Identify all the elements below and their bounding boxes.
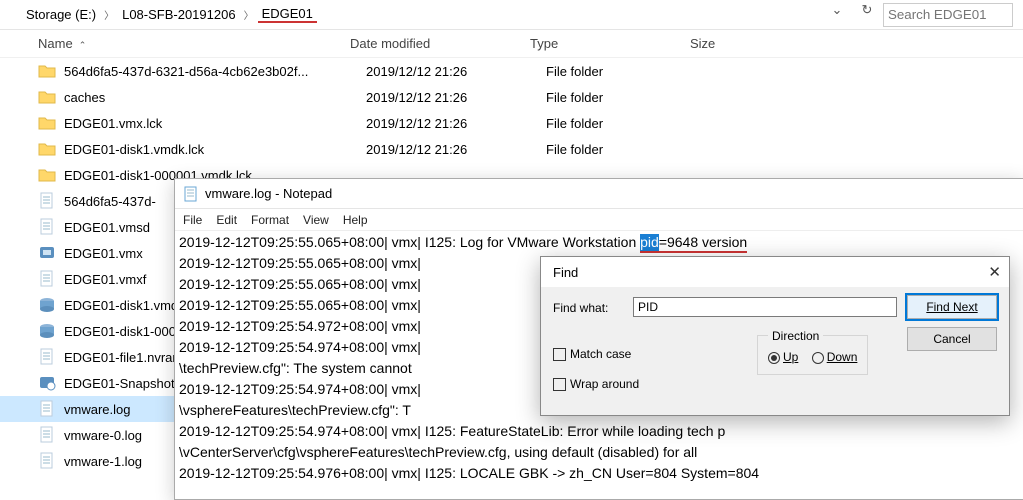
breadcrumb[interactable]: Storage (E:) 〉 L08-SFB-20191206 〉 EDGE01 xyxy=(0,6,819,23)
crumb-project[interactable]: L08-SFB-20191206 xyxy=(118,7,239,22)
checkbox-icon xyxy=(553,348,566,361)
sort-asc-icon: ⌃ xyxy=(79,40,87,50)
crumb-storage[interactable]: Storage (E:) xyxy=(22,7,100,22)
notepad-menu: File Edit Format View Help xyxy=(175,209,1023,231)
find-what-label: Find what: xyxy=(553,301,608,315)
chevron-right-icon: 〉 xyxy=(240,7,258,22)
file-name: caches xyxy=(64,90,366,105)
close-icon[interactable]: ✕ xyxy=(988,263,1001,281)
file-date: 2019/12/12 21:26 xyxy=(366,90,546,105)
col-date[interactable]: Date modified xyxy=(350,36,530,51)
direction-group: Direction Up Down xyxy=(757,335,868,375)
txt-icon xyxy=(38,452,56,470)
col-size[interactable]: Size xyxy=(690,36,810,51)
selection-pid: pid xyxy=(640,234,659,253)
folder-icon xyxy=(38,166,56,184)
file-row[interactable]: 564d6fa5-437d-6321-d56a-4cb62e3b02f...20… xyxy=(0,58,1023,84)
file-name: 564d6fa5-437d-6321-d56a-4cb62e3b02f... xyxy=(64,64,366,79)
find-what-input[interactable] xyxy=(633,297,897,317)
col-name[interactable]: Name⌃ xyxy=(0,36,350,51)
file-type: File folder xyxy=(546,90,706,105)
menu-format[interactable]: Format xyxy=(251,213,289,227)
file-name: EDGE01-disk1.vmdk.lck xyxy=(64,142,366,157)
file-icon xyxy=(38,218,56,236)
notepad-title: vmware.log - Notepad xyxy=(205,186,332,201)
menu-help[interactable]: Help xyxy=(343,213,368,227)
menu-view[interactable]: View xyxy=(303,213,329,227)
file-row[interactable]: EDGE01-disk1.vmdk.lck2019/12/12 21:26Fil… xyxy=(0,136,1023,162)
file-icon xyxy=(38,270,56,288)
file-name: EDGE01.vmx.lck xyxy=(64,116,366,131)
vmdk-icon xyxy=(38,322,56,340)
file-type: File folder xyxy=(546,116,706,131)
folder-icon xyxy=(38,114,56,132)
folder-icon xyxy=(38,140,56,158)
column-headers: Name⌃ Date modified Type Size xyxy=(0,30,1023,58)
find-title: Find xyxy=(553,265,578,280)
notepad-titlebar[interactable]: vmware.log - Notepad xyxy=(175,179,1023,209)
direction-legend: Direction xyxy=(768,329,823,343)
match-case-checkbox[interactable]: Match case xyxy=(553,347,631,361)
radio-icon xyxy=(812,352,824,364)
file-date: 2019/12/12 21:26 xyxy=(366,116,546,131)
folder-icon xyxy=(38,88,56,106)
search-input[interactable] xyxy=(883,3,1013,27)
menu-file[interactable]: File xyxy=(183,213,202,227)
radio-icon xyxy=(768,352,780,364)
find-next-button[interactable]: Find Next xyxy=(907,295,997,319)
find-body: Find what: Find Next Cancel Match case W… xyxy=(541,287,1009,417)
txt-icon xyxy=(38,426,56,444)
file-type: File folder xyxy=(546,142,706,157)
col-type[interactable]: Type xyxy=(530,36,690,51)
snap-icon xyxy=(38,374,56,392)
file-date: 2019/12/12 21:26 xyxy=(366,64,546,79)
file-row[interactable]: EDGE01.vmx.lck2019/12/12 21:26File folde… xyxy=(0,110,1023,136)
file-row[interactable]: caches2019/12/12 21:26File folder xyxy=(0,84,1023,110)
dropdown-icon[interactable]: ⌄ xyxy=(823,2,851,28)
txt-icon xyxy=(38,400,56,418)
wrap-around-checkbox[interactable]: Wrap around xyxy=(553,377,639,391)
vmdk-icon xyxy=(38,296,56,314)
menu-edit[interactable]: Edit xyxy=(216,213,237,227)
vmx-icon xyxy=(38,244,56,262)
radio-down[interactable]: Down xyxy=(812,350,858,364)
checkbox-icon xyxy=(553,378,566,391)
chevron-right-icon: 〉 xyxy=(100,7,118,22)
refresh-icon[interactable]: ↻ xyxy=(853,2,881,28)
file-type: File folder xyxy=(546,64,706,79)
address-controls: ⌄ ↻ xyxy=(819,2,1023,28)
folder-icon xyxy=(38,62,56,80)
txt-icon xyxy=(38,192,56,210)
radio-up[interactable]: Up xyxy=(768,350,798,364)
crumb-current[interactable]: EDGE01 xyxy=(258,6,317,23)
txt-icon xyxy=(38,348,56,366)
cancel-button[interactable]: Cancel xyxy=(907,327,997,351)
notepad-icon xyxy=(183,186,199,202)
file-date: 2019/12/12 21:26 xyxy=(366,142,546,157)
find-titlebar[interactable]: Find ✕ xyxy=(541,257,1009,287)
address-bar: Storage (E:) 〉 L08-SFB-20191206 〉 EDGE01… xyxy=(0,0,1023,30)
find-dialog: Find ✕ Find what: Find Next Cancel Match… xyxy=(540,256,1010,416)
